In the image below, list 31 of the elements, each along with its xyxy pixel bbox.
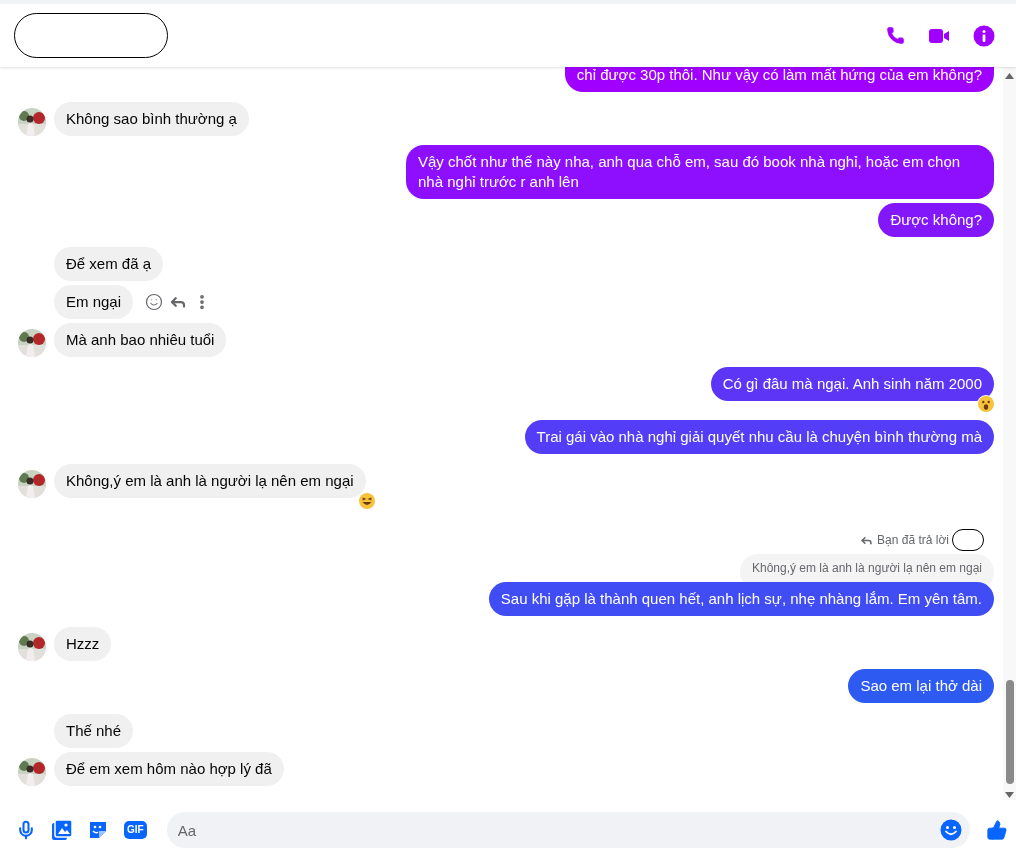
sent-message: chỉ được 30p thôi. Như vậy có làm mất hứng của em không? bbox=[564, 67, 994, 92]
message-field[interactable]: Aa bbox=[166, 812, 970, 848]
sent-message: Trai gái vào nhà nghỉ giải quyết nhu cầu là chuyện bình thường mà bbox=[524, 420, 994, 454]
received-message: Không sao bình thường ạ bbox=[54, 102, 249, 136]
sent-message: Có gì đâu mà ngại. Anh sinh năm 2000 bbox=[710, 367, 994, 401]
received-message: Không,ý em là anh là người lạ nên em ngại bbox=[54, 464, 366, 498]
sent-message: Sau khi gặp là thành quen hết, anh lịch sự, nhẹ nhàng lắm. Em yên tâm. bbox=[488, 582, 994, 616]
scroll-thumb[interactable] bbox=[1005, 680, 1014, 784]
emoji-icon[interactable] bbox=[940, 819, 962, 841]
sent-message: Vậy chốt như thế này nha, anh qua chỗ em, sau đó book nhà nghỉ, hoặc em chọn nhà nghỉ trước r anh lên bbox=[406, 145, 994, 199]
image-icon[interactable] bbox=[52, 820, 72, 840]
scroll-down-icon[interactable] bbox=[1005, 792, 1014, 798]
scroll-up-icon[interactable] bbox=[1005, 73, 1014, 79]
react-icon[interactable] bbox=[145, 293, 164, 311]
received-message: Thế nhé bbox=[54, 714, 134, 748]
microphone-icon[interactable] bbox=[16, 820, 36, 840]
sticker-icon[interactable] bbox=[88, 820, 108, 840]
info-icon[interactable] bbox=[973, 24, 995, 47]
video-camera-icon[interactable] bbox=[929, 26, 949, 45]
like-icon[interactable] bbox=[986, 819, 1008, 841]
received-message: Để em xem hôm nào hợp lý đã bbox=[54, 752, 284, 786]
gif-button[interactable]: GIF bbox=[124, 821, 147, 839]
received-message: Hzzz bbox=[54, 627, 112, 661]
sent-message: Sao em lại thở dài bbox=[848, 669, 994, 703]
phone-icon[interactable] bbox=[886, 26, 905, 45]
reply-label: Bạn đã trả lời bbox=[877, 532, 949, 548]
received-message: Để xem đã ạ bbox=[54, 247, 164, 281]
scrollbar-track[interactable] bbox=[1003, 67, 1016, 800]
received-message: Em ngại bbox=[54, 285, 134, 319]
received-message: Mà anh bao nhiêu tuổi bbox=[54, 323, 227, 357]
sent-message: Được không? bbox=[878, 203, 994, 237]
